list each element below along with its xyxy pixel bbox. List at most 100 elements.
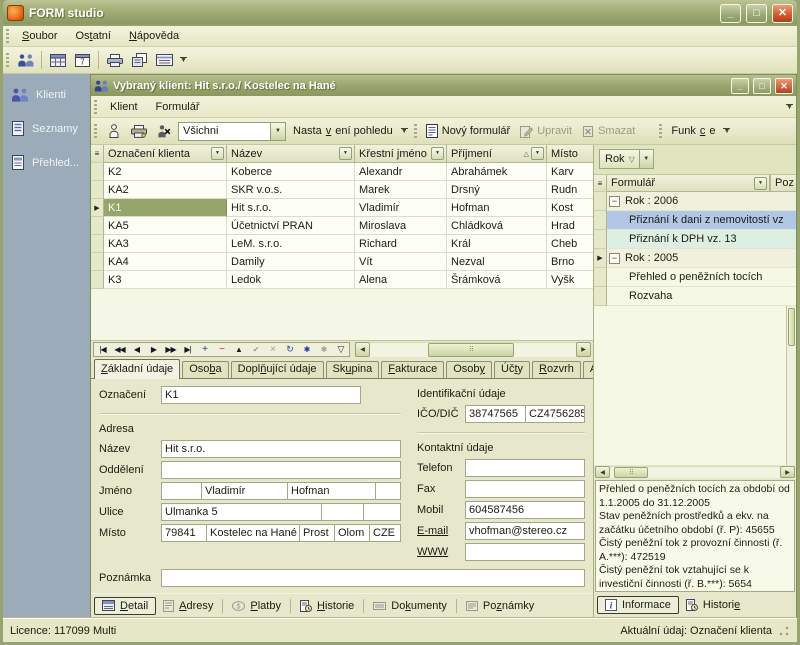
edit-form-button[interactable]: Upravit <box>515 121 577 142</box>
oddeleni-field[interactable] <box>161 461 401 479</box>
tab-osoby[interactable]: Osoby <box>446 361 492 378</box>
forms-row[interactable]: Přehled o peněžních tocích <box>594 268 796 287</box>
view-settings-button[interactable]: Nastavení pohledu <box>288 121 398 142</box>
client-minimize-button[interactable]: _ <box>731 78 749 94</box>
column-header-formular[interactable]: Formulář▼ <box>607 175 770 192</box>
new-form-button[interactable]: Nový formulář <box>421 121 515 142</box>
forms-corner-menu-icon[interactable]: ≡ <box>594 175 607 192</box>
nav-next-button[interactable]: ▶ <box>145 343 162 356</box>
functions-button[interactable]: Funkce <box>666 121 720 142</box>
tab-zakladni-udaje[interactable]: Základní údaje <box>94 359 180 379</box>
dic-field[interactable]: CZ475628542 <box>525 405 585 423</box>
table-row-selected[interactable]: ▶ K1 Hit s.r.o. Vladimír Hofman Kost <box>91 199 593 217</box>
email-label-link[interactable]: E-mail <box>417 525 465 537</box>
column-filter-icon[interactable]: ▼ <box>531 147 544 160</box>
funkce-toolbar-grip[interactable] <box>659 124 662 138</box>
tab-fakturace[interactable]: Fakturace <box>381 361 444 378</box>
nav-last-button[interactable]: ▶| <box>179 343 196 356</box>
ico-field[interactable]: 38747565 <box>465 405 525 423</box>
fax-field[interactable] <box>465 480 585 498</box>
client-menu-overflow-button[interactable]: ▼ <box>783 96 796 118</box>
nav-delete-button[interactable]: − <box>213 343 230 356</box>
ulice-field[interactable]: Ulmanka 5 <box>161 503 321 521</box>
client-toolbar-grip[interactable] <box>94 124 97 138</box>
column-header-krestni-jmeno[interactable]: Křestní jméno▼ <box>355 145 447 163</box>
sidebar-item-seznamy[interactable]: Seznamy <box>3 119 90 138</box>
remove-person-toolbar-button[interactable] <box>151 120 176 142</box>
column-header-poznamka[interactable]: Poz <box>770 175 796 192</box>
list-toolbar-button[interactable] <box>152 49 177 71</box>
column-filter-icon[interactable]: ▼ <box>211 147 224 160</box>
mobil-field[interactable]: 604587456 <box>465 501 585 519</box>
filter-toolbar-overflow-button[interactable]: ▼ <box>398 120 411 142</box>
calendar-toolbar-button[interactable]: 7 <box>70 49 95 71</box>
table-toolbar-button[interactable] <box>45 49 70 71</box>
close-button[interactable]: ✕ <box>772 4 793 23</box>
nav-first-button[interactable]: |◀ <box>94 343 111 356</box>
nazev-field[interactable]: Hit s.r.o. <box>161 440 401 458</box>
table-row[interactable]: K3 Ledok Alena Šrámková Vyšk <box>91 271 593 289</box>
column-header-nazev[interactable]: Název▼ <box>227 145 355 163</box>
tab-historie[interactable]: Historie <box>293 598 361 614</box>
maximize-button[interactable]: □ <box>746 4 767 23</box>
table-row[interactable]: K2 Koberce Alexandr Abrahámek Karv <box>91 163 593 181</box>
copy-toolbar-button[interactable] <box>127 49 152 71</box>
tab-poznamky[interactable]: Poznámky <box>459 598 541 614</box>
forms-horizontal-scrollbar[interactable]: ◀ ▶ <box>594 465 796 479</box>
client-maximize-button[interactable]: □ <box>753 78 771 94</box>
titul-field[interactable] <box>161 482 201 500</box>
forms-row-selected[interactable]: Přiznání k dani z nemovitostí vz <box>594 211 796 230</box>
tab-ucty[interactable]: Účty <box>494 361 530 378</box>
poznamka-field[interactable] <box>161 569 585 587</box>
tab-dokumenty[interactable]: Dokumenty <box>366 598 454 614</box>
tab-rozvrh[interactable]: Rozvrh <box>532 361 581 378</box>
tab-info-historie[interactable]: Historie <box>679 597 747 613</box>
scroll-left-icon[interactable]: ◀ <box>355 342 370 357</box>
sidebar-item-prehled[interactable]: Přehled... <box>3 153 90 172</box>
table-row[interactable]: KA5 Účetnictví PRAN Miroslava Chládková … <box>91 217 593 235</box>
nav-refresh-button[interactable]: ↻ <box>281 343 298 356</box>
forms-group-row-2006[interactable]: −Rok : 2006 <box>594 192 796 211</box>
column-header-misto[interactable]: Místo <box>547 145 593 163</box>
table-corner-menu-icon[interactable]: ≡ <box>91 145 104 163</box>
stat-field[interactable]: CZE <box>369 524 401 542</box>
print-lock-toolbar-button[interactable] <box>126 120 151 142</box>
scrollbar-thumb[interactable] <box>788 308 795 346</box>
nav-post-button[interactable]: ✔ <box>247 343 264 356</box>
print-toolbar-button[interactable] <box>102 49 127 71</box>
column-header-oznaceni[interactable]: Označení klienta▼ <box>104 145 227 163</box>
minimize-button[interactable]: _ <box>720 4 741 23</box>
column-filter-icon[interactable]: ▼ <box>754 177 767 190</box>
forms-row[interactable]: Přiznání k DPH vz. 13 <box>594 230 796 249</box>
menu-klient[interactable]: Klient <box>101 99 147 115</box>
menu-ostatni[interactable]: Ostatní <box>66 28 119 44</box>
column-header-prijmeni[interactable]: Příjmení△▼ <box>447 145 547 163</box>
www-field[interactable] <box>465 543 585 561</box>
column-filter-icon[interactable]: ▼ <box>431 147 444 160</box>
scroll-left-icon[interactable]: ◀ <box>595 466 610 478</box>
tab-detail[interactable]: Detail <box>94 597 156 615</box>
email-field[interactable]: vhofman@stereo.cz <box>465 522 585 540</box>
nav-edit-button[interactable]: ▲ <box>230 343 247 356</box>
toolbar-grip[interactable] <box>6 53 9 67</box>
collapse-icon[interactable]: − <box>609 196 620 207</box>
forms-group-row-2005[interactable]: ▶ −Rok : 2005 <box>594 249 796 268</box>
scrollbar-thumb[interactable] <box>614 467 648 478</box>
delete-form-button[interactable]: Smazat <box>577 121 640 142</box>
tab-doplnujici-udaje[interactable]: Doplňující údaje <box>231 361 324 378</box>
nav-next-page-button[interactable]: ▶▶ <box>162 343 179 356</box>
tab-skupina[interactable]: Skupina <box>326 361 380 378</box>
kraj-field[interactable]: Olom <box>334 524 369 542</box>
nav-cancel-button[interactable]: × <box>264 343 281 356</box>
table-row[interactable]: KA4 Damily Vít Nezval Brno <box>91 253 593 271</box>
tab-informace[interactable]: i Informace <box>597 596 679 614</box>
client-close-button[interactable]: ✕ <box>775 78 793 94</box>
scroll-right-icon[interactable]: ▶ <box>576 342 591 357</box>
menu-soubor[interactable]: Soubor <box>13 28 66 44</box>
cislo2-field[interactable] <box>363 503 401 521</box>
tab-adresy[interactable]: Adresy <box>156 598 220 614</box>
menubar-grip[interactable] <box>6 29 9 43</box>
table-row[interactable]: KA3 LeM. s.r.o. Richard Král Cheb <box>91 235 593 253</box>
mesto-field[interactable]: Kostelec na Hané <box>206 524 299 542</box>
forms-row[interactable]: Rozvaha <box>594 287 796 306</box>
